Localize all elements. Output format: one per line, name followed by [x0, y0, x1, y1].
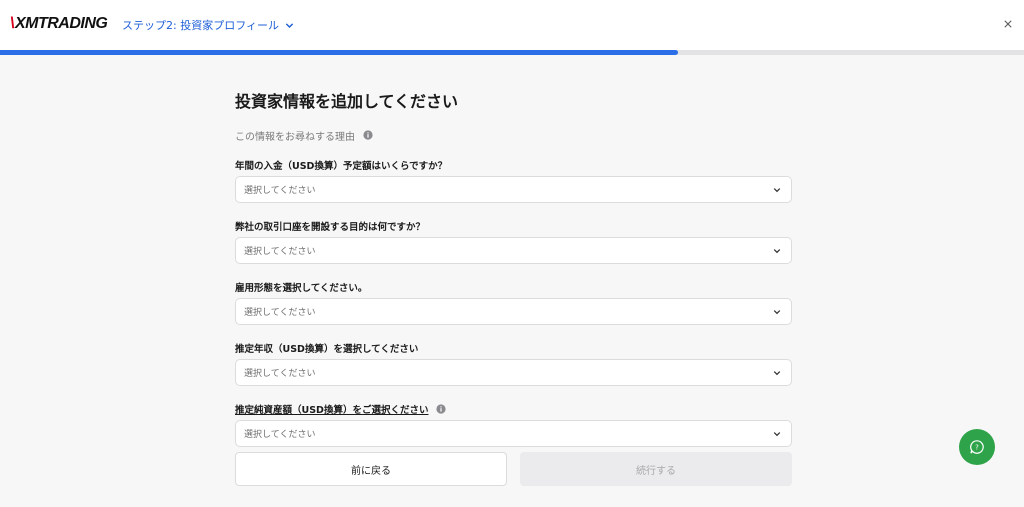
chevron-down-icon	[773, 371, 781, 376]
top-bar: \ XMTRADING ステップ2: 投資家プロフィール	[0, 0, 1024, 50]
question-employment: 雇用形態を選択してください。 選択してください	[235, 280, 792, 325]
close-icon	[1004, 20, 1012, 28]
chevron-down-icon	[773, 249, 781, 254]
logo-text: XMTRADING	[14, 15, 108, 32]
form-actions: 前に戻る 続行する	[235, 452, 792, 486]
employment-select[interactable]: 選択してください	[235, 298, 792, 325]
net-worth-select[interactable]: 選択してください	[235, 420, 792, 447]
chevron-down-icon	[773, 310, 781, 315]
select-placeholder: 選択してください	[244, 308, 316, 318]
select-placeholder: 選択してください	[244, 186, 316, 196]
question-label: 推定年収（USD換算）を選択してください	[235, 343, 419, 355]
chevron-down-icon	[773, 432, 781, 437]
chevron-down-icon	[285, 22, 294, 28]
question-purpose: 弊社の取引口座を開設する目的は何ですか？ 選択してください	[235, 219, 792, 264]
info-icon	[363, 130, 373, 140]
why-info-link[interactable]: この情報をお尋ねする理由	[235, 128, 792, 143]
question-label: 年間の入金（USD換算）予定額はいくらですか？	[235, 160, 448, 172]
step-dropdown[interactable]: ステップ2: 投資家プロフィール	[122, 17, 294, 33]
select-placeholder: 選択してください	[244, 247, 316, 257]
deposit-select[interactable]: 選択してください	[235, 176, 792, 203]
chevron-down-icon	[773, 188, 781, 193]
info-icon[interactable]	[436, 403, 447, 414]
purpose-select[interactable]: 選択してください	[235, 237, 792, 264]
progress-fill	[0, 50, 678, 55]
investor-form: 投資家情報を追加してください この情報をお尋ねする理由 年間の入金（USD換算）…	[235, 88, 792, 447]
logo-mark: \	[10, 15, 14, 32]
question-deposit: 年間の入金（USD換算）予定額はいくらですか？ 選択してください	[235, 158, 792, 203]
income-select[interactable]: 選択してください	[235, 359, 792, 386]
why-text: この情報をお尋ねする理由	[235, 131, 355, 143]
xmtrading-logo[interactable]: \ XMTRADING	[10, 15, 108, 33]
question-income: 推定年収（USD換算）を選択してください 選択してください	[235, 341, 792, 386]
select-placeholder: 選択してください	[244, 369, 316, 379]
page-title: 投資家情報を追加してください	[235, 92, 459, 111]
close-button[interactable]	[1000, 16, 1016, 32]
question-label: 弊社の取引口座を開設する目的は何ですか？	[235, 221, 426, 233]
select-placeholder: 選択してください	[244, 430, 316, 440]
question-label: 推定純資産額（USD換算）をご選択ください	[235, 402, 792, 416]
step-label: ステップ2: 投資家プロフィール	[122, 19, 279, 32]
chat-icon: ?	[970, 440, 984, 454]
svg-text:?: ?	[975, 444, 979, 452]
question-net-worth: 推定純資産額（USD換算）をご選択ください 選択してください	[235, 402, 792, 447]
back-button[interactable]: 前に戻る	[235, 452, 507, 486]
chat-support-button[interactable]: ?	[959, 429, 995, 465]
continue-button[interactable]: 続行する	[520, 452, 792, 486]
progress-bar	[0, 50, 1024, 55]
question-label: 雇用形態を選択してください。	[235, 282, 368, 294]
